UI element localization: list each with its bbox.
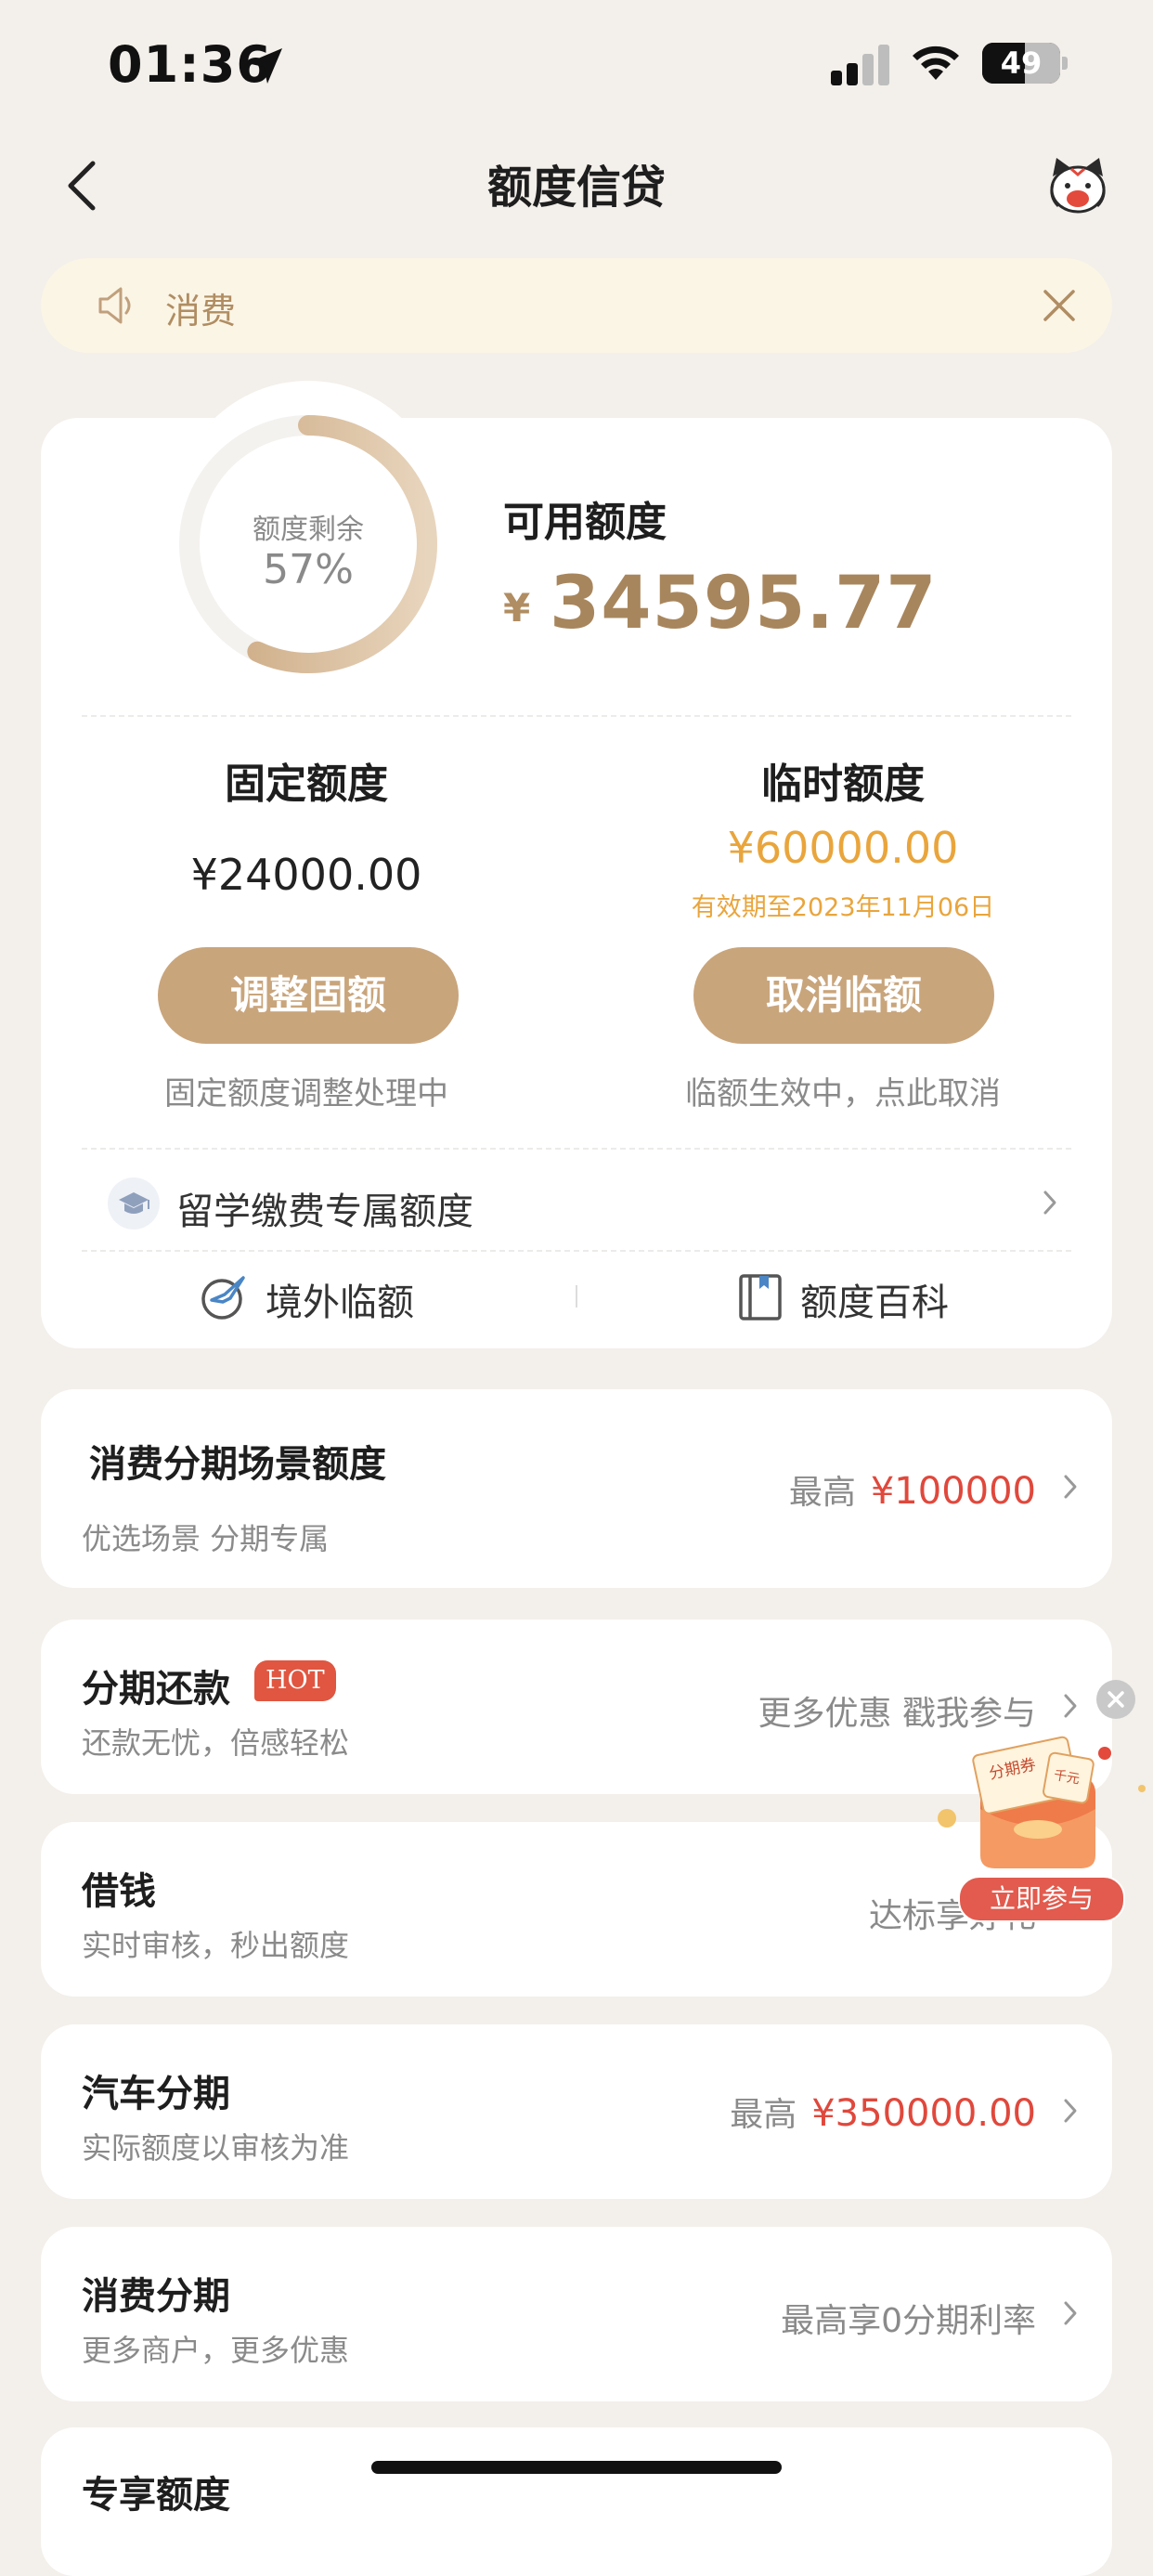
- page-title: 额度信贷: [486, 162, 666, 214]
- list-item-subtitle: 还款无忧，倍感轻松: [82, 1725, 350, 1761]
- location-arrow-icon: [247, 48, 282, 84]
- close-icon[interactable]: [1040, 286, 1079, 325]
- battery-icon: 49: [982, 43, 1068, 84]
- home-indicator[interactable]: [371, 2461, 782, 2474]
- list-item-right-text: 最高 ¥350000.00: [730, 2088, 1036, 2136]
- currency-symbol: ¥: [503, 585, 531, 631]
- graduation-cap-icon: [108, 1177, 160, 1229]
- list-item-subtitle: 实际额度以审核为准: [82, 2130, 350, 2166]
- scene-max-amount: 最高 ¥100000: [789, 1465, 1036, 1514]
- speaker-icon: [98, 287, 131, 324]
- airplane-circle-icon: [201, 1276, 245, 1320]
- separator: [576, 1285, 577, 1308]
- close-icon: [1108, 1691, 1124, 1708]
- list-item-title: 分期还款: [82, 1668, 230, 1711]
- list-item-subtitle: 实时审核，秒出额度: [82, 1928, 350, 1963]
- consumer-installment-card[interactable]: 消费分期 更多商户，更多优惠 最高享0分期利率: [41, 2227, 1112, 2401]
- chevron-right-icon: [1064, 2301, 1077, 2325]
- list-item-title: 汽车分期: [82, 2073, 230, 2115]
- max-amount: ¥350000.00: [811, 2092, 1036, 2135]
- list-item-right-text: 最高享0分期利率: [781, 2302, 1036, 2340]
- adjust-fixed-button[interactable]: 调整固额: [158, 947, 459, 1044]
- temp-credit-expiry: 有效期至2023年11月06日: [691, 893, 995, 922]
- overseas-temp-credit-link[interactable]: 境外临额: [266, 1272, 414, 1326]
- notice-bar[interactable]: 消费: [41, 258, 1112, 353]
- book-icon: [739, 1274, 782, 1321]
- ring-label: 额度剩余: [253, 514, 364, 546]
- chevron-right-icon: [1043, 1190, 1056, 1215]
- chevron-right-icon: [1064, 1475, 1077, 1499]
- list-item-subtitle: 更多商户，更多优惠: [82, 2333, 350, 2368]
- exclusive-credit-card[interactable]: 专享额度: [41, 2427, 1112, 2576]
- credit-wiki-link[interactable]: 额度百科: [800, 1272, 949, 1326]
- notice-text: 消费: [165, 291, 237, 332]
- join-now-button[interactable]: 立即参与: [958, 1876, 1125, 1922]
- divider: [82, 715, 1071, 717]
- study-abroad-credit-row[interactable]: 留学缴费专属额度: [82, 1151, 1071, 1254]
- fixed-credit-note: 固定额度调整处理中: [164, 1075, 448, 1112]
- ring-percent: 57%: [263, 546, 354, 593]
- temp-credit-note[interactable]: 临额生效中，点此取消: [602, 1068, 1084, 1113]
- wifi-icon: [913, 46, 959, 80]
- divider: [82, 1250, 1071, 1252]
- fixed-credit-label: 固定额度: [225, 761, 388, 808]
- list-item-title: 借钱: [82, 1870, 156, 1913]
- available-credit-amount: 34595.77: [550, 562, 938, 645]
- study-abroad-label: 留学缴费专属额度: [176, 1190, 473, 1233]
- battery-level: 49: [1000, 46, 1043, 81]
- list-item-title: 专享额度: [82, 2474, 230, 2517]
- list-item-title: 消费分期: [82, 2275, 230, 2318]
- car-installment-card[interactable]: 汽车分期 实际额度以审核为准 最高 ¥350000.00: [41, 2024, 1112, 2199]
- scene-subtitle: 优选场景 分期专属: [82, 1521, 330, 1556]
- max-amount: ¥100000: [870, 1470, 1036, 1513]
- cellular-signal-icon: [831, 43, 889, 85]
- available-credit-label: 可用额度: [503, 499, 667, 546]
- max-prefix: 最高: [730, 2096, 797, 2134]
- divider: [82, 1148, 1071, 1150]
- chevron-right-icon: [1064, 2099, 1077, 2123]
- hot-badge: HOT: [254, 1660, 336, 1701]
- promo-close-button[interactable]: [1096, 1680, 1135, 1719]
- scene-title: 消费分期场景额度: [89, 1443, 386, 1486]
- temp-credit-amount: ¥60000.00: [727, 823, 959, 873]
- consumer-installment-scene-card[interactable]: 消费分期场景额度 优选场景 分期专属 最高 ¥100000: [41, 1389, 1112, 1588]
- mascot-avatar-icon[interactable]: [1047, 156, 1108, 214]
- fixed-credit-amount: ¥24000.00: [190, 850, 422, 900]
- temp-credit-label: 临时额度: [761, 761, 925, 808]
- cancel-temp-button[interactable]: 取消临额: [693, 947, 994, 1044]
- max-prefix: 最高: [788, 1474, 856, 1512]
